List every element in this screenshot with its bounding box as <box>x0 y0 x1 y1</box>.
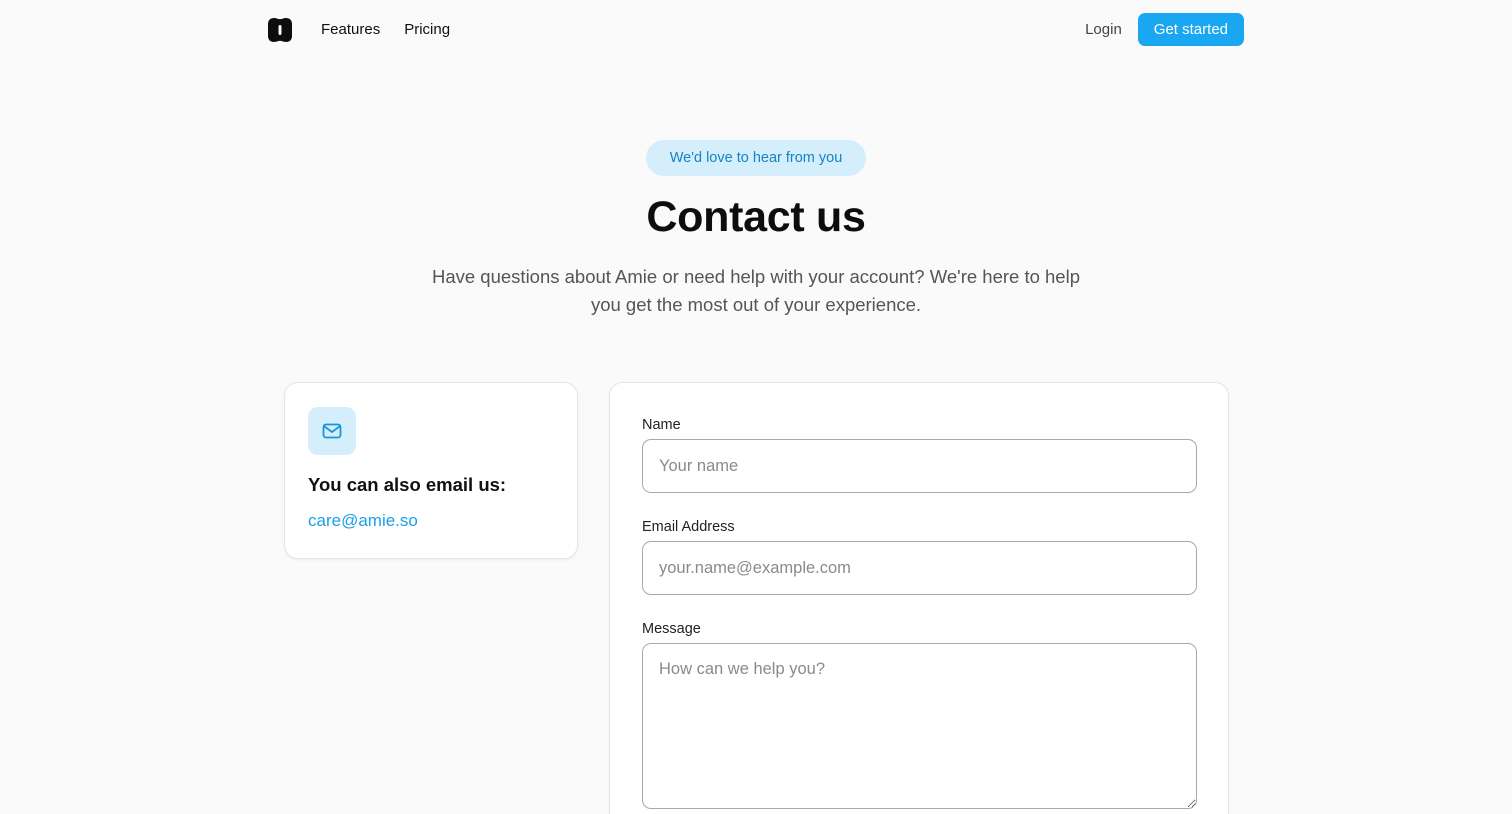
mail-icon <box>308 407 356 455</box>
app-logo-icon[interactable] <box>267 17 293 43</box>
message-textarea[interactable] <box>642 643 1197 809</box>
top-nav: Features Pricing Login Get started <box>267 13 1244 46</box>
email-label: Email Address <box>642 519 735 535</box>
email-contact-card: You can also email us: care@amie.so <box>284 382 578 559</box>
email-card-heading: You can also email us: <box>308 474 507 495</box>
message-label: Message <box>642 621 701 637</box>
get-started-button[interactable]: Get started <box>1137 13 1244 46</box>
nav-right: Login Get started <box>1085 13 1244 46</box>
hero-pill-badge: We'd love to hear from you <box>646 140 866 176</box>
contact-page: Features Pricing Login Get started We'd … <box>0 0 1512 814</box>
page-title: Contact us <box>646 193 866 241</box>
nav-link-pricing[interactable]: Pricing <box>404 21 450 38</box>
name-label: Name <box>642 417 681 433</box>
name-input[interactable] <box>642 439 1197 493</box>
support-email-link[interactable]: care@amie.so <box>308 511 418 531</box>
email-input[interactable] <box>642 541 1197 595</box>
nav-link-features[interactable]: Features <box>321 21 380 38</box>
page-subtitle: Have questions about Amie or need help w… <box>431 266 1080 315</box>
nav-left: Features Pricing <box>267 17 474 43</box>
contact-form: Name Email Address Message <box>609 382 1229 814</box>
login-link[interactable]: Login <box>1085 21 1122 38</box>
